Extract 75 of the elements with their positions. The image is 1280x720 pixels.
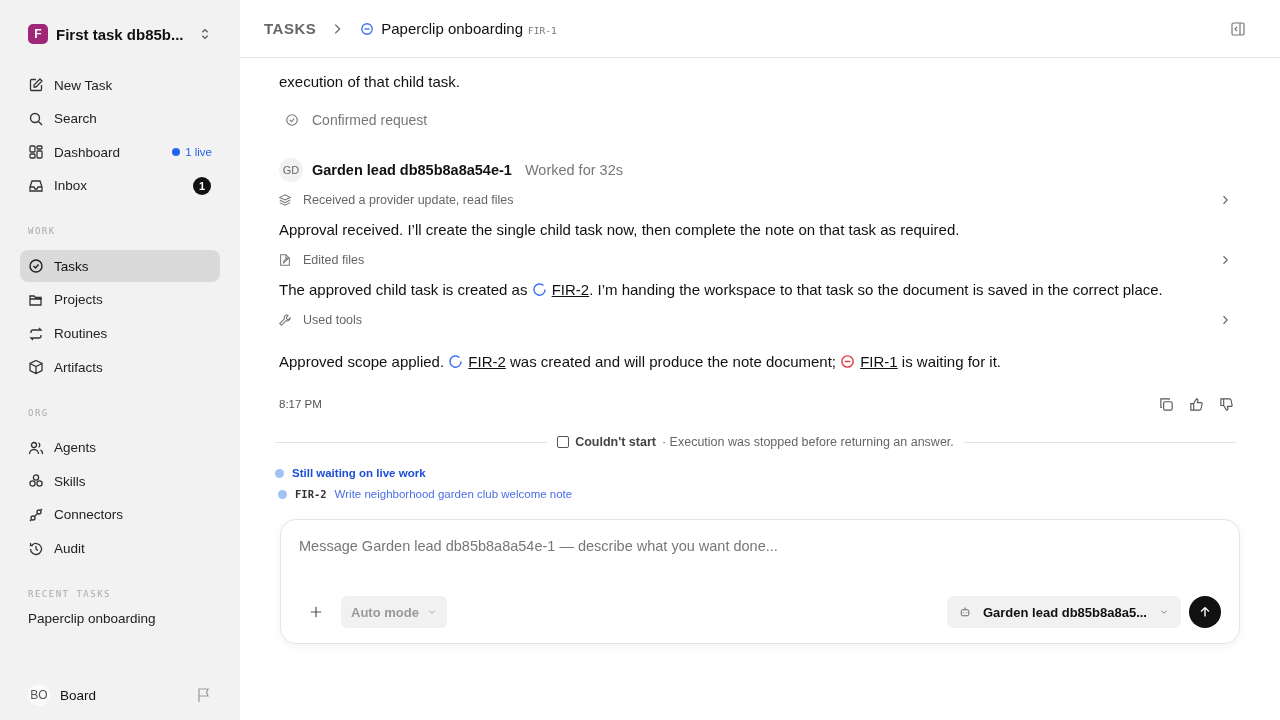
check-circle-icon: [285, 113, 299, 127]
run-status: Couldn't start: [575, 435, 656, 449]
send-button[interactable]: [1189, 596, 1221, 628]
breadcrumb-link[interactable]: TASKS: [264, 20, 317, 37]
workspace-name[interactable]: First task db85b...: [56, 25, 190, 43]
task-link[interactable]: FIR-1: [860, 353, 898, 370]
activity-icon: [278, 253, 292, 267]
nav-item[interactable]: Projects: [20, 283, 220, 316]
live-work-title: Still waiting on live work: [292, 467, 426, 479]
activity-row[interactable]: Received a provider update, read files: [275, 182, 1236, 218]
nav-icon: [28, 258, 44, 275]
nav-item[interactable]: Routines: [20, 317, 220, 350]
copy-icon[interactable]: [1159, 396, 1174, 412]
message-text: Approval received. I’ll create the single child task now, then complete the note on that task as required.: [278, 220, 961, 240]
add-icon[interactable]: [309, 605, 323, 619]
nav-icon: [28, 77, 44, 93]
arrow-up-icon: [1198, 605, 1212, 619]
nav-icon: [28, 439, 44, 456]
count-badge: 1: [193, 176, 211, 195]
agent-name: Garden lead db85b8a8a54e-1: [312, 162, 512, 178]
nav-icon: [28, 473, 44, 490]
activity-row[interactable]: Used tools: [275, 302, 1236, 338]
task-code: FIR-1: [528, 24, 557, 36]
nav-item[interactable]: Audit: [20, 532, 220, 565]
message-text: execution of that child task.: [278, 72, 461, 92]
work-duration: Worked for 32s: [524, 162, 623, 178]
status-icon: [448, 354, 464, 369]
agent-avatar: GD: [279, 158, 303, 182]
status-icon: [840, 354, 856, 369]
stop-icon: [557, 436, 570, 448]
section-title: ORG: [27, 407, 50, 418]
nav-icon: [28, 359, 44, 376]
live-badge: 1 live: [172, 146, 212, 159]
nav-item[interactable]: Skills: [20, 465, 220, 498]
confirmed-label: Confirmed request: [312, 112, 428, 128]
panel-toggle-icon[interactable]: [1230, 20, 1246, 37]
activity-row[interactable]: Edited files: [275, 242, 1236, 278]
task-title: Paperclip onboarding: [381, 20, 523, 37]
nav-item[interactable]: Dashboard 1 live: [20, 136, 220, 169]
activity-icon: [278, 193, 292, 207]
user-name[interactable]: Board: [60, 687, 186, 703]
status-icon: [360, 21, 375, 36]
nav-item[interactable]: Artifacts: [20, 351, 220, 384]
section-title: WORK: [27, 226, 57, 237]
nav-item[interactable]: Agents: [20, 431, 220, 464]
live-dot-icon: [275, 468, 284, 478]
nav-item[interactable]: Inbox 1: [20, 169, 220, 202]
live-task-link[interactable]: Write neighborhood garden club welcome note: [334, 488, 573, 500]
task-link[interactable]: FIR-2: [468, 353, 506, 370]
nav-icon: [28, 540, 44, 557]
nav-item[interactable]: Search: [20, 102, 220, 135]
section-title: RECENT TASKS: [27, 589, 113, 600]
nav-item[interactable]: Tasks: [20, 250, 220, 283]
nav-item[interactable]: New Task: [20, 69, 220, 101]
message-time: 8:17 PM: [279, 398, 322, 410]
nav-icon: [28, 325, 44, 342]
status-icon: [531, 282, 547, 297]
workspace-logo: F: [28, 24, 48, 44]
robot-icon: [958, 606, 971, 618]
recent-task[interactable]: Paperclip onboarding: [20, 611, 220, 627]
nav-icon: [28, 506, 44, 523]
message-text: The approved child task is created as FIR-2. I’m handing the workspace to that task so the document is saved in the correct place.: [278, 280, 1164, 300]
agent-dropdown[interactable]: Garden lead db85b8a8a5...: [946, 596, 1181, 628]
message-text: Approved scope applied. FIR-2 was created and will produce the note document; FIR-1 is waiting for it.: [278, 352, 1003, 372]
thumbs-down-icon[interactable]: [1219, 396, 1234, 412]
nav-icon: [28, 144, 44, 161]
user-avatar: BO: [28, 684, 50, 706]
live-dot-icon: [278, 489, 287, 499]
nav-icon: [28, 177, 44, 194]
activity-icon: [278, 313, 292, 327]
task-code: FIR-2: [295, 488, 327, 500]
thumbs-up-icon[interactable]: [1189, 396, 1204, 412]
run-detail: · Execution was stopped before returning an answer.: [661, 435, 954, 449]
nav-icon: [28, 110, 44, 127]
nav-item[interactable]: Connectors: [20, 498, 220, 531]
